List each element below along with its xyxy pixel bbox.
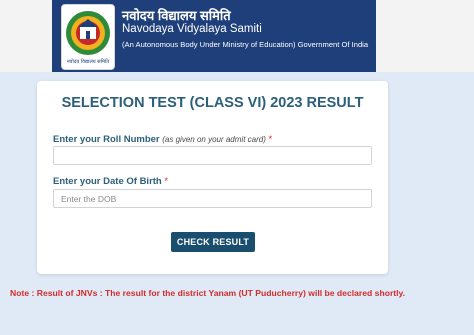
- nvs-logo: नवोदय विद्यालय समिति: [61, 4, 115, 70]
- nvs-logo-icon: नवोदय विद्यालय समिति: [66, 11, 110, 65]
- required-mark: *: [268, 134, 273, 145]
- page-title: SELECTION TEST (CLASS VI) 2023 RESULT: [61, 95, 364, 111]
- site-header: नवोदय विद्यालय समिति नवोदय विद्यालय समित…: [0, 0, 474, 72]
- logo-text: नवोदय विद्यालय समिति: [67, 58, 109, 65]
- roll-number-label-text: Enter your Roll Number: [53, 134, 160, 145]
- dob-input[interactable]: [53, 189, 372, 208]
- result-note: Note : Result of JNVs : The result for t…: [10, 288, 406, 298]
- roll-number-label: Enter your Roll Number (as given on your…: [53, 134, 272, 145]
- org-name: Navodaya Vidyalaya Samiti: [122, 23, 262, 35]
- dob-label: Enter your Date Of Birth *: [53, 176, 168, 187]
- roll-number-hint: (as given on your admit card): [162, 135, 266, 144]
- org-name-hindi: नवोदय विद्यालय समिति: [122, 8, 231, 23]
- roll-number-input[interactable]: [53, 146, 372, 165]
- result-form-card: SELECTION TEST (CLASS VI) 2023 RESULT En…: [37, 81, 388, 274]
- check-result-button[interactable]: CHECK RESULT: [171, 232, 255, 252]
- org-subtitle: (An Autonomous Body Under Ministry of Ed…: [122, 40, 369, 49]
- dob-label-text: Enter your Date Of Birth: [53, 176, 162, 187]
- required-mark: *: [164, 176, 169, 187]
